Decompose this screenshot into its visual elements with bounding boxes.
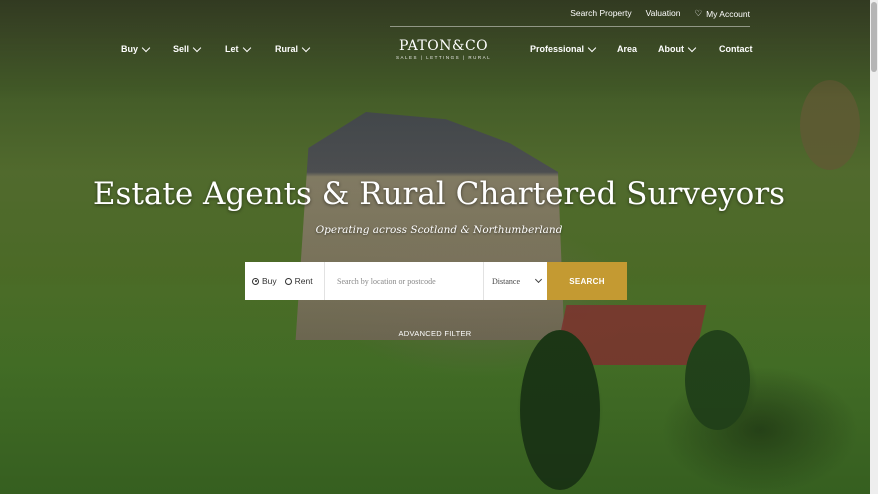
nav-sell-label: Sell <box>173 44 190 54</box>
nav-area-label: Area <box>617 44 638 54</box>
location-search-input[interactable]: Search by location or postcode <box>324 262 483 300</box>
my-account-link[interactable]: ♡ My Account <box>694 8 750 19</box>
chevron-down-icon <box>687 43 697 52</box>
scrollbar-thumb[interactable] <box>871 2 877 72</box>
radio-buy-label: Buy <box>262 276 277 286</box>
search-button[interactable]: SEARCH <box>547 262 627 300</box>
scrollbar[interactable] <box>870 0 878 494</box>
buy-rent-toggle: Buy Rent <box>245 262 324 300</box>
chevron-down-icon <box>141 43 151 52</box>
nav-let-label: Let <box>225 44 239 54</box>
hero-subline: Operating across Scotland & Northumberla… <box>315 224 563 236</box>
chevron-down-icon <box>534 275 543 284</box>
nav-professional-label: Professional <box>530 44 585 54</box>
nav-item-let[interactable]: Let <box>225 43 251 54</box>
chevron-down-icon <box>301 43 311 52</box>
nav-item-professional[interactable]: Professional <box>530 43 597 54</box>
nav-buy-label: Buy <box>121 44 139 54</box>
advanced-filter-link[interactable]: ADVANCED FILTER <box>0 329 870 338</box>
chevron-down-icon <box>192 43 202 52</box>
radio-buy[interactable]: Buy <box>252 276 277 286</box>
site-logo[interactable]: PATON&CO SALES | LETTINGS | RURAL <box>396 38 491 60</box>
nav-item-buy[interactable]: Buy <box>121 43 151 54</box>
heart-icon: ♡ <box>694 8 703 18</box>
logo-name: PATON&CO <box>398 38 489 54</box>
valuation-link[interactable]: Valuation <box>646 8 681 19</box>
property-search-bar: Buy Rent Search by location or postcode … <box>245 262 627 300</box>
radio-buy-indicator[interactable] <box>252 277 259 285</box>
distance-value: Distance <box>492 276 520 286</box>
nav-about-label: About <box>658 44 684 54</box>
search-property-link[interactable]: Search Property <box>570 8 631 19</box>
nav-item-rural[interactable]: Rural <box>275 43 311 54</box>
radio-rent-indicator[interactable] <box>284 277 292 285</box>
nav-item-contact[interactable]: Contact <box>719 44 753 54</box>
chevron-down-icon <box>242 43 251 52</box>
header-divider <box>390 26 750 27</box>
radio-rent[interactable]: Rent <box>284 276 313 286</box>
location-placeholder: Search by location or postcode <box>337 276 436 286</box>
my-account-label: My Account <box>706 8 750 19</box>
hero-section: Search Property Valuation ♡ My Account B… <box>0 0 878 494</box>
chevron-down-icon <box>587 43 597 52</box>
nav-item-sell[interactable]: Sell <box>173 43 202 54</box>
hero-overlay <box>0 0 878 494</box>
nav-item-about[interactable]: About <box>658 43 697 54</box>
nav-item-area[interactable]: Area <box>617 44 637 54</box>
logo-tagline: SALES | LETTINGS | RURAL <box>396 55 492 60</box>
radio-rent-label: Rent <box>294 276 313 286</box>
distance-select[interactable]: Distance <box>483 262 547 300</box>
utility-nav: Search Property Valuation ♡ My Account <box>570 8 750 19</box>
hero-headline: Estate Agents & Rural Chartered Surveyor… <box>92 176 786 212</box>
nav-rural-label: Rural <box>275 44 299 54</box>
nav-contact-label: Contact <box>719 44 753 54</box>
